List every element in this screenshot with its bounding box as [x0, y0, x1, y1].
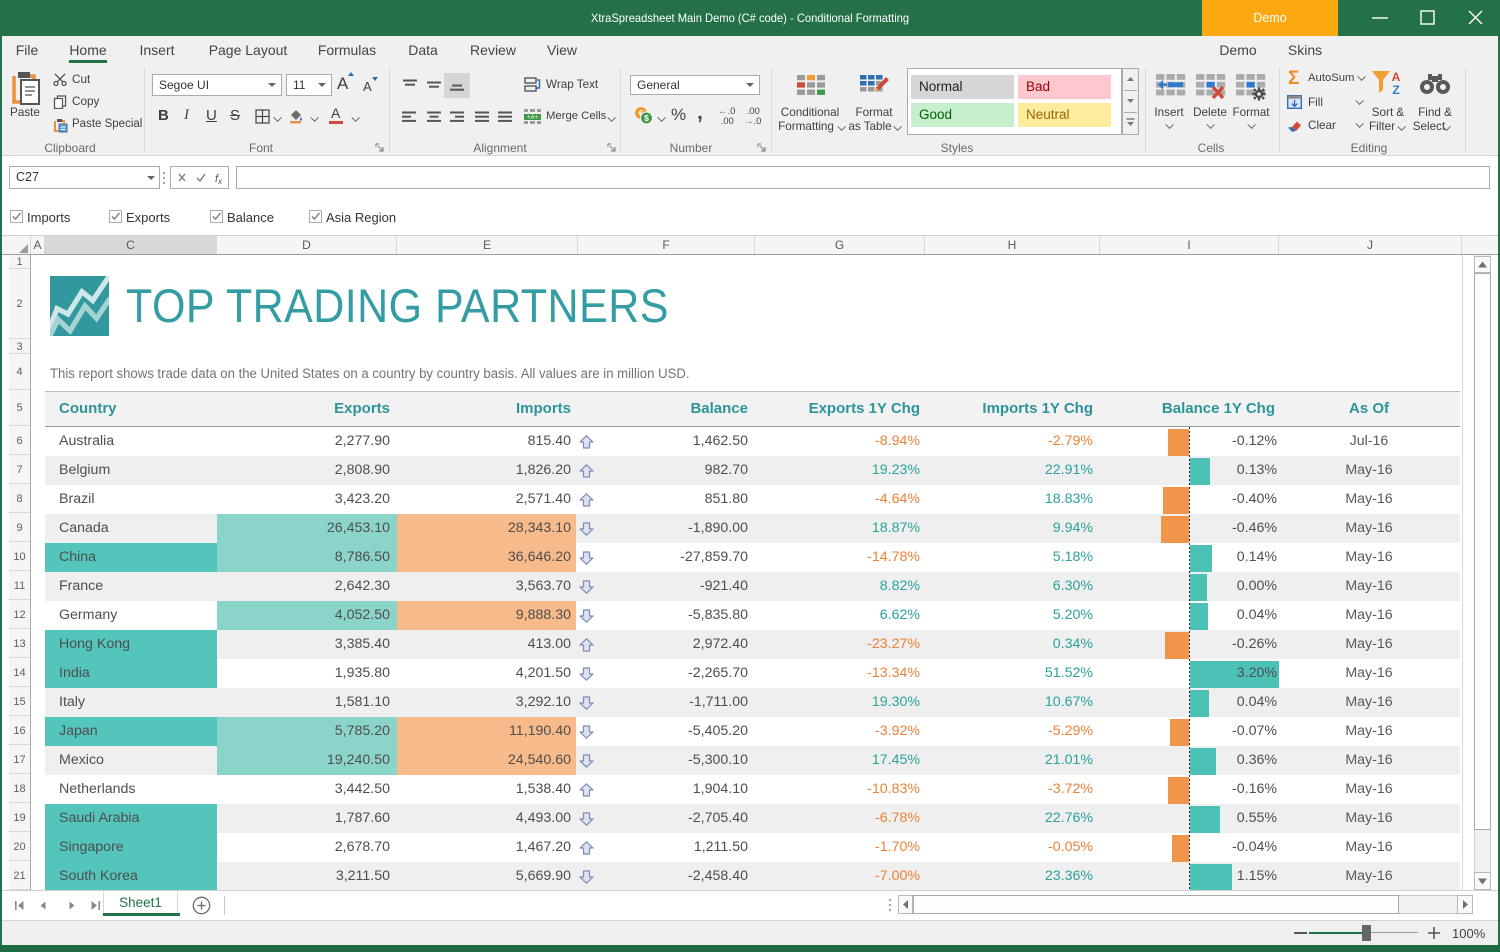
svg-text:Z: Z [1392, 83, 1399, 96]
svg-text:$: $ [644, 113, 649, 123]
svg-text:+A+: +A+ [527, 115, 539, 121]
svg-text:fx: fx [215, 173, 223, 186]
svg-text:A: A [1392, 70, 1401, 84]
